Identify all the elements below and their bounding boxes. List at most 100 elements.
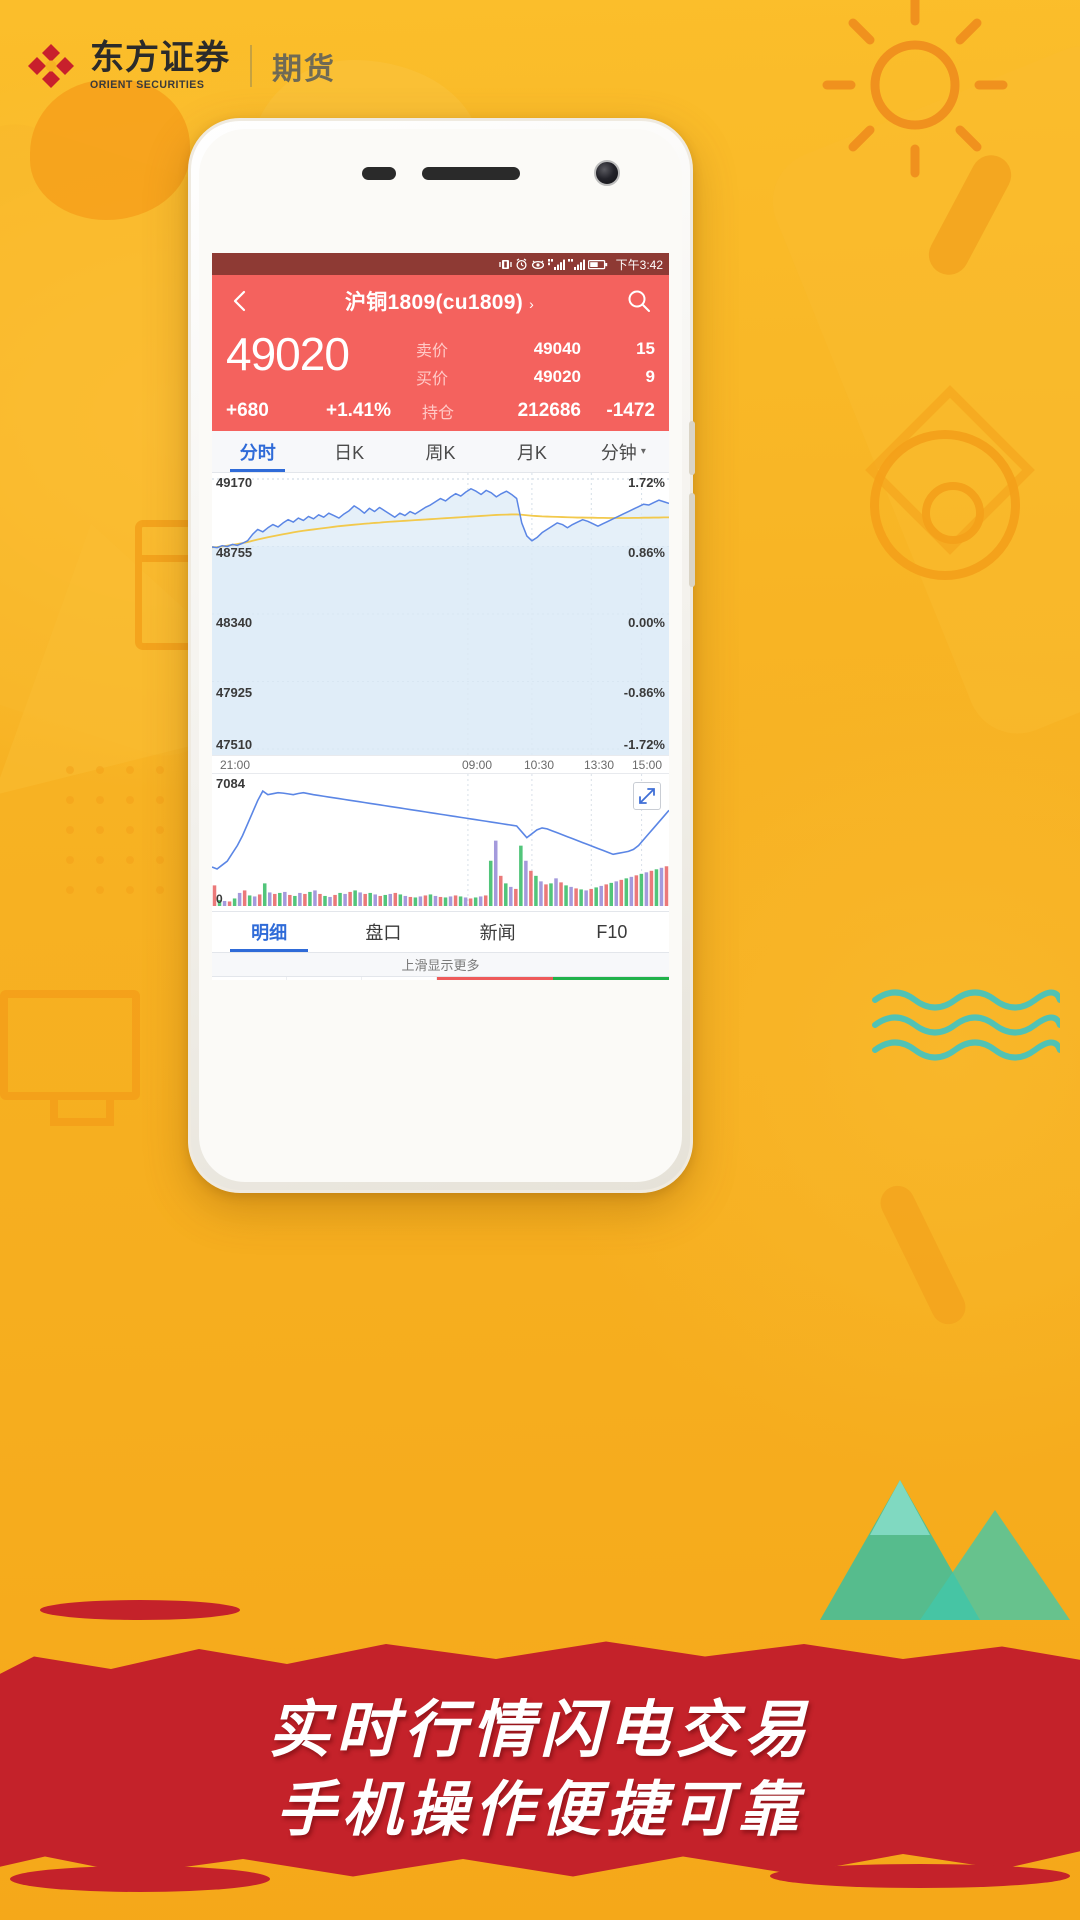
ask-price: 49040: [533, 339, 581, 358]
app-screen: 下午3:42 沪铜1809(cu1809) › 49020 卖价 49040 1…: [212, 253, 669, 980]
last-price: 49020: [226, 328, 350, 380]
android-status-bar: 下午3:42: [212, 253, 669, 275]
quote-book-block: 卖价 49040 15 买价 49020 9: [416, 329, 655, 391]
tab-weekly-k-label: 周K: [425, 442, 456, 463]
tab-orderbook-label: 盘口: [365, 923, 402, 943]
tab-fenshi[interactable]: 分时: [212, 431, 303, 472]
y-tick-left-4: 47510: [216, 737, 253, 752]
bid-qty: 9: [645, 367, 655, 386]
tab-f10-label: F10: [596, 921, 628, 942]
y-tick-right-1: 0.86%: [628, 545, 665, 560]
tab-news[interactable]: 新闻: [441, 912, 555, 952]
open-interest-value: 212686: [517, 400, 581, 421]
ask-row: 卖价 49040 15: [416, 335, 655, 363]
sensor-icon: [361, 166, 396, 180]
phone-bezel: 下午3:42 沪铜1809(cu1809) › 49020 卖价 49040 1…: [199, 129, 682, 1182]
deco-blob-orange: [30, 80, 190, 220]
brush-streak-top: [40, 1600, 240, 1620]
back-button[interactable]: [228, 288, 254, 314]
volume-chart[interactable]: 7084 0: [212, 773, 669, 911]
quick-sell-button[interactable]: 快卖: [553, 977, 669, 980]
tab-monthly-k[interactable]: 月K: [486, 431, 577, 472]
tab-weekly-k[interactable]: 周K: [395, 431, 486, 472]
brush-streak-left: [10, 1866, 270, 1892]
alarm-icon: [516, 257, 527, 270]
info-tab-bar: 明细 盘口 新闻 F10: [212, 911, 669, 953]
bid-label: 买价: [416, 371, 449, 388]
brand-divider: [250, 45, 252, 87]
quote-change-row: +680 +1.41% 持仓 212686 -1472: [212, 399, 669, 431]
x-tick-0: 21:00: [220, 758, 251, 772]
phone-power-button: [689, 493, 695, 587]
open-interest-label: 持仓: [422, 405, 455, 422]
dot-grid: [60, 760, 180, 920]
tab-fenshi-label: 分时: [239, 442, 276, 463]
tab-daily-k[interactable]: 日K: [303, 431, 394, 472]
quote-price-block: 49020: [226, 329, 416, 377]
battery-icon: [587, 259, 607, 269]
tab-orderbook[interactable]: 盘口: [326, 912, 440, 952]
quick-buy-button[interactable]: 快买: [437, 977, 553, 980]
sun-icon: [822, 0, 1008, 178]
brand-header: 东方证券 ORIENT SECURITIES 期货: [26, 34, 336, 98]
phone-volume-button: [689, 421, 695, 475]
orient-securities-logo-icon: [26, 41, 76, 91]
open-interest-delta: -1472: [606, 400, 655, 421]
ask-qty: 15: [636, 339, 655, 358]
brand-name-en: ORIENT SECURITIES: [90, 79, 205, 91]
x-tick-4: 15:00: [632, 758, 663, 772]
x-tick-2: 10:30: [524, 758, 555, 772]
tab-monthly-k-label: 月K: [516, 442, 547, 463]
expand-icon[interactable]: [633, 782, 661, 810]
price-chart[interactable]: 49170 48755 48340 47925 47510 1.72% 0.86…: [212, 473, 669, 773]
status-icons: [498, 257, 608, 271]
y-tick-left-0: 49170: [216, 475, 253, 490]
search-icon[interactable]: [625, 287, 653, 315]
page-title[interactable]: 沪铜1809(cu1809) ›: [254, 286, 625, 316]
y-tick-right-2: 0.00%: [628, 615, 665, 630]
tab-f10[interactable]: F10: [555, 912, 669, 952]
trade-button[interactable]: ¥ 交易: [287, 977, 362, 980]
y-tick-right-0: 1.72%: [628, 475, 665, 490]
share-button[interactable]: 分享: [362, 977, 437, 980]
tab-news-label: 新闻: [479, 923, 516, 943]
app-navbar: 沪铜1809(cu1809) ›: [212, 275, 669, 327]
tab-minute[interactable]: 分钟 ▾: [578, 431, 669, 472]
price-change: +680: [226, 400, 269, 421]
action-bar: 加自选 ¥ 交易 分享 快买 快卖: [212, 977, 669, 980]
tab-detail[interactable]: 明细: [212, 912, 326, 952]
phone-top-hardware: [199, 129, 682, 217]
swipe-hint: 上滑显示更多: [212, 953, 669, 977]
time-axis: 21:00 09:00 10:30 13:30 15:00: [212, 755, 669, 773]
volume-min-label: 0: [216, 892, 223, 906]
add-watchlist-button[interactable]: 加自选: [212, 977, 287, 980]
x-tick-3: 13:30: [584, 758, 615, 772]
title-arrow-icon: ›: [529, 296, 535, 312]
page-title-text: 沪铜1809(cu1809): [344, 291, 524, 314]
price-change-percent: +1.41%: [326, 400, 391, 421]
earpiece-speaker-icon: [421, 166, 520, 180]
y-tick-left-2: 48340: [216, 615, 253, 630]
banner-text: 实时行情闪电交易 手机操作便捷可靠: [0, 1689, 1080, 1850]
volume-max-label: 7084: [216, 776, 245, 791]
signal-two-icon: [567, 258, 585, 270]
eye-icon: [531, 260, 544, 269]
banner-line-2: 手机操作便捷可靠: [276, 1774, 804, 1845]
vibrate-icon: [498, 259, 512, 269]
brush-streak-right: [770, 1864, 1070, 1888]
bid-price: 49020: [533, 367, 581, 386]
brand-name-cn: 东方证券: [90, 39, 230, 77]
tab-minute-label: 分钟: [600, 442, 637, 463]
bid-row: 买价 49020 9: [416, 363, 655, 391]
y-tick-left-1: 48755: [216, 545, 253, 560]
quote-panel: 49020 卖价 49040 15 买价 49020 9: [212, 327, 669, 399]
chart-container: 49170 48755 48340 47925 47510 1.72% 0.86…: [212, 473, 669, 911]
signal-one-icon: [547, 258, 565, 270]
ask-label: 卖价: [416, 343, 449, 360]
tab-daily-k-label: 日K: [334, 442, 365, 463]
tab-detail-label: 明细: [251, 923, 288, 943]
monitor-icon: [0, 990, 140, 1126]
status-bar-time: 下午3:42: [615, 257, 663, 272]
phone-mockup: 下午3:42 沪铜1809(cu1809) › 49020 卖价 49040 1…: [188, 118, 695, 1193]
chart-tab-bar: 分时 日K 周K 月K 分钟 ▾: [212, 431, 669, 473]
